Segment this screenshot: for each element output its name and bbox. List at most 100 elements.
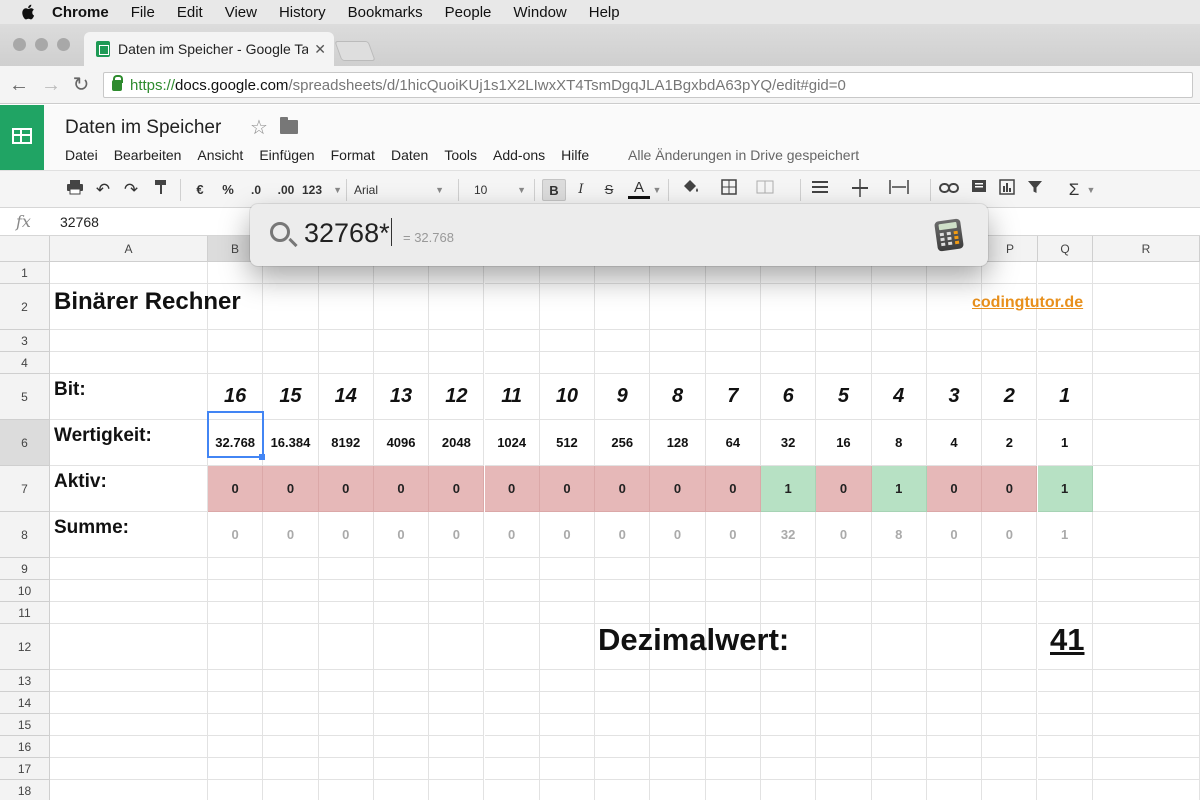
cell-r13-c3[interactable] xyxy=(318,670,374,692)
cell-r12-c12[interactable] xyxy=(816,624,872,670)
cell-r7[interactable] xyxy=(1093,466,1200,512)
cell-r5-c14[interactable]: 3 xyxy=(926,374,983,420)
cell-r9[interactable] xyxy=(1093,558,1200,580)
vertical-align-icon[interactable] xyxy=(848,179,872,201)
cell-r14-c4[interactable] xyxy=(373,692,430,714)
cell-r6-c5[interactable]: 2048 xyxy=(429,420,485,466)
cell-r16[interactable] xyxy=(1093,736,1200,758)
row-header-14[interactable]: 14 xyxy=(0,692,50,714)
cell-r4-c3[interactable] xyxy=(318,352,374,374)
cell-r12-c7[interactable] xyxy=(539,624,596,670)
cell-r15-c3[interactable] xyxy=(318,714,374,736)
apple-icon[interactable] xyxy=(20,3,38,21)
decrease-decimal-button[interactable]: .0 xyxy=(244,179,268,201)
row-header-5[interactable]: 5 xyxy=(0,374,50,420)
cell-r9-c2[interactable] xyxy=(263,558,319,580)
cell-r11-c15[interactable] xyxy=(982,602,1038,624)
cell-a16[interactable] xyxy=(50,736,208,758)
cell-r17-c11[interactable] xyxy=(761,758,817,780)
cell-r5-c2[interactable]: 15 xyxy=(263,374,319,420)
cell-r11-c14[interactable] xyxy=(926,602,983,624)
cell-r6-c16[interactable]: 1 xyxy=(1037,420,1093,466)
cell-r10-c5[interactable] xyxy=(429,580,485,602)
cell-r14-c16[interactable] xyxy=(1037,692,1093,714)
cell-r16-c6[interactable] xyxy=(484,736,540,758)
select-all-corner[interactable] xyxy=(0,236,50,262)
cell-r17-c16[interactable] xyxy=(1037,758,1093,780)
cell-r13-c2[interactable] xyxy=(263,670,319,692)
paint-format-icon[interactable] xyxy=(150,179,172,201)
menu-window[interactable]: Window xyxy=(513,4,566,21)
cell-r8-c1[interactable]: 0 xyxy=(208,512,264,558)
cell-r3[interactable] xyxy=(1093,330,1200,352)
cell-r10-c14[interactable] xyxy=(926,580,983,602)
cell-r7-c14[interactable]: 0 xyxy=(926,466,983,512)
cell-r6-c3[interactable]: 8192 xyxy=(318,420,374,466)
cell-r9-c12[interactable] xyxy=(816,558,872,580)
cell-r16-c5[interactable] xyxy=(429,736,485,758)
cell-r12-c1[interactable] xyxy=(208,624,264,670)
cell-r9-c7[interactable] xyxy=(539,558,596,580)
cell-r13-c5[interactable] xyxy=(429,670,485,692)
window-zoom-button[interactable] xyxy=(57,38,70,51)
cell-r11-c3[interactable] xyxy=(318,602,374,624)
cell-r10-c3[interactable] xyxy=(318,580,374,602)
cell-r4-c14[interactable] xyxy=(926,352,983,374)
cell-r4-c9[interactable] xyxy=(650,352,706,374)
menu-app-chrome[interactable]: Chrome xyxy=(52,4,109,21)
cell-r14-c14[interactable] xyxy=(926,692,983,714)
cell-r17-c13[interactable] xyxy=(871,758,927,780)
cell-r4[interactable] xyxy=(1093,352,1200,374)
column-header-a[interactable]: A xyxy=(50,236,208,262)
cell-r3-c8[interactable] xyxy=(595,330,651,352)
cell-r7-c5[interactable]: 0 xyxy=(429,466,485,512)
cell-r14-c7[interactable] xyxy=(539,692,596,714)
cell-r17-c7[interactable] xyxy=(539,758,596,780)
cell-r6-c14[interactable]: 4 xyxy=(926,420,983,466)
italic-button[interactable]: I xyxy=(572,179,590,201)
cell-r13-c1[interactable] xyxy=(208,670,264,692)
cell-r17-c3[interactable] xyxy=(318,758,374,780)
cell-r11-c9[interactable] xyxy=(650,602,706,624)
cell-r16-c9[interactable] xyxy=(650,736,706,758)
cell-r4-c10[interactable] xyxy=(705,352,761,374)
cell-r3-c10[interactable] xyxy=(705,330,761,352)
cell-r7-c4[interactable]: 0 xyxy=(373,466,430,512)
cell-r3-c2[interactable] xyxy=(263,330,319,352)
cell-r12-c13[interactable] xyxy=(871,624,927,670)
fill-color-icon[interactable] xyxy=(678,179,704,201)
cell-r4-c7[interactable] xyxy=(539,352,596,374)
cell-r5-c5[interactable]: 12 xyxy=(429,374,485,420)
cell-r3-c3[interactable] xyxy=(318,330,374,352)
cell-r4-c16[interactable] xyxy=(1037,352,1093,374)
cell-r17-c14[interactable] xyxy=(926,758,983,780)
sheets-menu-hilfe[interactable]: Hilfe xyxy=(561,147,589,163)
insert-chart-icon[interactable] xyxy=(996,179,1018,201)
cell-r15-c12[interactable] xyxy=(816,714,872,736)
cell-r9-c4[interactable] xyxy=(373,558,430,580)
cell-r1-c15[interactable] xyxy=(982,262,1038,284)
cell-r3-c7[interactable] xyxy=(539,330,596,352)
cell-a14[interactable] xyxy=(50,692,208,714)
cell-r12-c6[interactable] xyxy=(484,624,540,670)
cell-r3-c6[interactable] xyxy=(484,330,540,352)
cell-r8-c8[interactable]: 0 xyxy=(595,512,651,558)
currency-format-button[interactable]: € xyxy=(190,179,210,201)
cell-r8-c13[interactable]: 8 xyxy=(871,512,927,558)
cell-r16-c16[interactable] xyxy=(1037,736,1093,758)
cell-r8-c6[interactable]: 0 xyxy=(484,512,540,558)
cell-a12[interactable] xyxy=(50,624,208,670)
cell-r13-c11[interactable] xyxy=(761,670,817,692)
cell-r16-c12[interactable] xyxy=(816,736,872,758)
cell-r5-c15[interactable]: 2 xyxy=(982,374,1038,420)
cell-r12-c3[interactable] xyxy=(318,624,374,670)
cell-r17-c15[interactable] xyxy=(982,758,1038,780)
window-minimize-button[interactable] xyxy=(35,38,48,51)
cell-r15-c6[interactable] xyxy=(484,714,540,736)
cell-r9-c16[interactable] xyxy=(1037,558,1093,580)
cell-r9-c3[interactable] xyxy=(318,558,374,580)
fill-handle[interactable] xyxy=(259,454,265,460)
cell-r5-c9[interactable]: 8 xyxy=(650,374,706,420)
cell-r16-c8[interactable] xyxy=(595,736,651,758)
sheets-menu-einfuegen[interactable]: Einfügen xyxy=(259,147,314,163)
